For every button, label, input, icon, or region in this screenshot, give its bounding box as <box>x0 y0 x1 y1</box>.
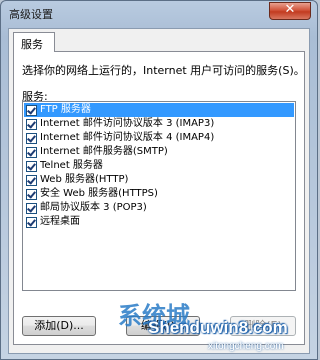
checkbox[interactable] <box>26 217 37 228</box>
checkbox[interactable] <box>26 133 37 144</box>
close-button[interactable]: ✕ <box>269 2 311 20</box>
service-label: Internet 邮件服务器(SMTP) <box>40 146 168 157</box>
close-icon: ✕ <box>284 2 296 17</box>
list-item[interactable]: Internet 邮件服务器(SMTP) <box>24 145 294 159</box>
checkbox[interactable] <box>26 147 37 158</box>
list-item[interactable]: Telnet 服务器 <box>24 159 294 173</box>
tab-services[interactable]: 服务 <box>13 32 55 52</box>
list-item[interactable]: 邮局协议版本 3 (POP3) <box>24 201 294 215</box>
checkbox[interactable] <box>26 105 37 116</box>
description-text: 选择你的网络上运行的，Internet 用户可访问的服务(S)。 <box>22 64 305 77</box>
service-label: FTP 服务器 <box>40 104 91 115</box>
checkbox[interactable] <box>26 119 37 130</box>
service-label: 远程桌面 <box>40 216 80 227</box>
list-item[interactable]: Internet 邮件访问协议版本 3 (IMAP3) <box>24 117 294 131</box>
checkbox[interactable] <box>26 175 37 186</box>
list-item[interactable]: Internet 邮件访问协议版本 4 (IMAP4) <box>24 131 294 145</box>
checkbox[interactable] <box>26 203 37 214</box>
checkbox[interactable] <box>26 189 37 200</box>
watermark-text: Shenduwin8.com <box>148 318 288 337</box>
service-label: 邮局协议版本 3 (POP3) <box>40 202 147 213</box>
services-listbox[interactable]: FTP 服务器 Internet 邮件访问协议版本 3 (IMAP3) Inte… <box>22 101 296 291</box>
add-button[interactable]: 添加(D)... <box>22 316 96 336</box>
list-item[interactable]: 远程桌面 <box>24 215 294 229</box>
service-label: Internet 邮件访问协议版本 3 (IMAP3) <box>40 118 215 129</box>
watermark-subtext: xitongcheng.com <box>208 341 284 352</box>
title-bar[interactable]: 高级设置 ✕ <box>1 1 317 27</box>
list-item[interactable]: 安全 Web 服务器(HTTPS) <box>24 187 294 201</box>
checkbox[interactable] <box>26 161 37 172</box>
service-label: Internet 邮件访问协议版本 4 (IMAP4) <box>40 132 215 143</box>
service-label: Telnet 服务器 <box>40 160 103 171</box>
service-label: Web 服务器(HTTP) <box>40 174 129 185</box>
list-item[interactable]: Web 服务器(HTTP) <box>24 173 294 187</box>
tab-label: 服务 <box>21 38 43 51</box>
list-item[interactable]: FTP 服务器 <box>24 103 294 117</box>
dialog-title: 高级设置 <box>9 8 53 21</box>
service-label: 安全 Web 服务器(HTTPS) <box>40 188 158 199</box>
